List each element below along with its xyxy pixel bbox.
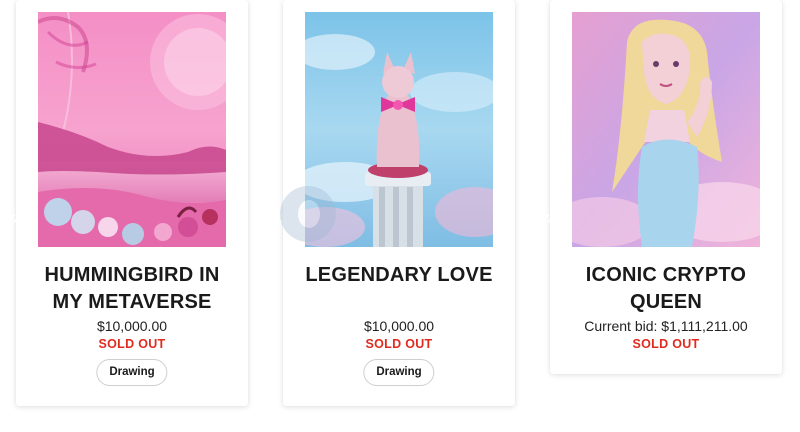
- artwork-title-line-1: LEGENDARY LOVE: [305, 264, 493, 286]
- artwork-title[interactable]: ICONIC CRYPTO QUEEN: [550, 262, 782, 316]
- artwork-title[interactable]: LEGENDARY LOVE: [283, 262, 515, 289]
- artwork-title[interactable]: HUMMINGBIRD IN MY METAVERSE: [16, 262, 248, 316]
- status-badge: SOLD OUT: [98, 337, 166, 351]
- artwork-hummingbird-illustration: [38, 12, 226, 247]
- rotate-3d-icon[interactable]: [6, 210, 28, 232]
- rotate-3d-icon[interactable]: [540, 210, 562, 232]
- status-badge: SOLD OUT: [365, 337, 433, 351]
- artwork-card-legendary-love[interactable]: LEGENDARY LOVE $10,000.00 SOLD OUT Drawi…: [276, 0, 515, 406]
- rotate-3d-icon[interactable]: [273, 210, 295, 232]
- status-badge: SOLD OUT: [632, 337, 700, 351]
- artwork-card-hummingbird[interactable]: HUMMINGBIRD IN MY METAVERSE $10,000.00 S…: [9, 0, 248, 406]
- video-camera-icon: [494, 13, 510, 23]
- video-camera-icon: [227, 13, 243, 23]
- artwork-card-iconic-crypto-queen[interactable]: ICONIC CRYPTO QUEEN Current bid: $1,111,…: [543, 0, 782, 374]
- artwork-image-iconic-crypto-queen[interactable]: [572, 12, 760, 247]
- category-tag-button[interactable]: Drawing: [96, 359, 168, 386]
- artwork-crypto-queen-illustration: [572, 12, 760, 247]
- nft-gallery-row: HUMMINGBIRD IN MY METAVERSE $10,000.00 S…: [0, 0, 800, 432]
- artwork-price: $10,000.00: [96, 318, 168, 334]
- artwork-legendary-love-illustration: [305, 12, 493, 247]
- artwork-title-line-2: QUEEN: [629, 291, 703, 313]
- video-camera-icon: [761, 13, 777, 23]
- artwork-title-line-2: MY METAVERSE: [52, 291, 212, 313]
- artwork-title-line-1: HUMMINGBIRD IN: [44, 264, 220, 286]
- artwork-image-legendary-love[interactable]: [305, 12, 493, 247]
- artwork-image-hummingbird[interactable]: [38, 12, 226, 247]
- artwork-price: $10,000.00: [363, 318, 435, 334]
- artwork-current-bid: Current bid: $1,111,211.00: [584, 318, 748, 334]
- category-tag-button[interactable]: Drawing: [363, 359, 435, 386]
- artwork-title-line-1: ICONIC CRYPTO: [585, 264, 747, 286]
